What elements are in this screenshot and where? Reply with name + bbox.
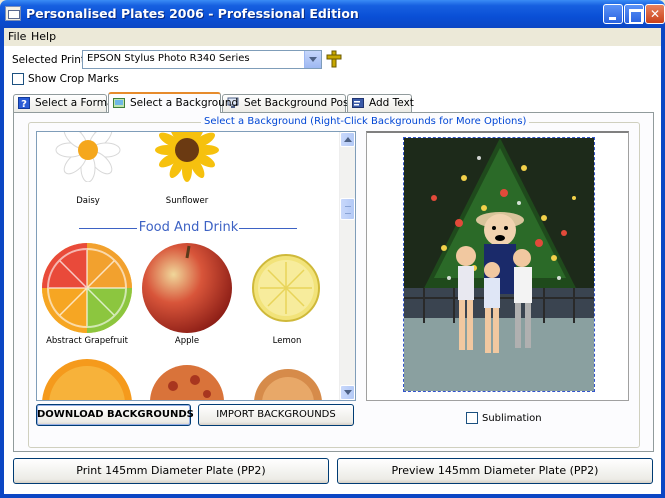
download-backgrounds-button[interactable]: DOWNLOAD BACKGROUNDS (36, 404, 194, 426)
menu-bar: File Help (4, 28, 661, 46)
tab-label: Select a Background (130, 97, 239, 109)
group-title: Select a Background (Right-Click Backgro… (201, 116, 530, 127)
printer-value: EPSON Stylus Photo R340 Series (87, 53, 250, 64)
menu-file[interactable]: File (8, 30, 26, 43)
daisy-thumbnail[interactable] (53, 131, 123, 182)
tab-label: Add Text (369, 97, 414, 109)
tab-add-text[interactable]: Add Text (347, 94, 414, 112)
pizza-thumbnail[interactable] (149, 364, 225, 401)
crop-marks-label: Show Crop Marks (28, 73, 119, 85)
orange-thumbnail[interactable] (41, 358, 133, 401)
svg-text:?: ? (21, 99, 27, 109)
grapefruit-thumbnail[interactable] (41, 242, 133, 334)
background-name: Apple (174, 336, 200, 346)
tab-select-format[interactable]: ? Select a Format (13, 94, 118, 112)
background-name: Daisy (76, 196, 100, 206)
background-name: Abstract Grapefruit (46, 336, 128, 346)
background-list[interactable]: Daisy Sunflower Food And Drink Abstract … (36, 131, 356, 401)
plate-preview (366, 131, 629, 401)
app-icon (5, 6, 21, 21)
import-backgrounds-button[interactable]: IMPORT BACKGROUNDS (198, 404, 354, 426)
scroll-up-icon[interactable] (340, 132, 355, 147)
scroll-thumb[interactable] (340, 198, 355, 220)
lemon-thumbnail[interactable] (252, 254, 320, 322)
text-icon (352, 98, 364, 108)
minimize-button[interactable] (603, 4, 623, 24)
image-icon (113, 98, 125, 108)
preview-photo (403, 137, 595, 392)
scroll-down-icon[interactable] (340, 385, 355, 400)
window-title: Personalised Plates 2006 - Professional … (26, 6, 359, 21)
sublimation-checkbox[interactable] (466, 412, 478, 424)
printer-dropdown[interactable]: EPSON Stylus Photo R340 Series (82, 50, 322, 69)
photo-image (404, 138, 594, 391)
background-name: Lemon (272, 336, 302, 346)
window-frame-bottom (0, 494, 665, 498)
main-client-area: Selected Printer EPSON Stylus Photo R340… (4, 46, 661, 494)
divider (239, 228, 297, 229)
apple-thumbnail[interactable] (141, 240, 233, 334)
sunflower-thumbnail[interactable] (151, 131, 223, 184)
crop-marks-checkbox[interactable] (12, 73, 24, 85)
tab-label: Select a Format (35, 97, 118, 109)
maximize-button[interactable] (624, 4, 644, 24)
menu-help[interactable]: Help (31, 30, 56, 43)
window-frame-right (661, 28, 665, 498)
tab-panel: Select a Background (Right-Click Backgro… (13, 112, 654, 452)
chevron-down-icon[interactable] (304, 51, 321, 68)
help-icon: ? (18, 97, 30, 109)
printer-settings-icon[interactable] (326, 50, 342, 68)
pie-thumbnail[interactable] (253, 368, 323, 401)
preview-plate-button[interactable]: Preview 145mm Diameter Plate (PP2) (337, 458, 653, 484)
title-bar: Personalised Plates 2006 - Professional … (0, 0, 665, 28)
print-plate-button[interactable]: Print 145mm Diameter Plate (PP2) (13, 458, 329, 484)
tab-select-background[interactable]: Select a Background (108, 92, 238, 113)
background-list-scrollbar[interactable] (339, 132, 355, 400)
sublimation-label: Sublimation (482, 413, 542, 424)
tab-set-background-position[interactable]: Set Background Position (222, 94, 371, 112)
background-name: Sunflower (165, 196, 209, 206)
close-button[interactable]: ✕ (645, 4, 665, 24)
